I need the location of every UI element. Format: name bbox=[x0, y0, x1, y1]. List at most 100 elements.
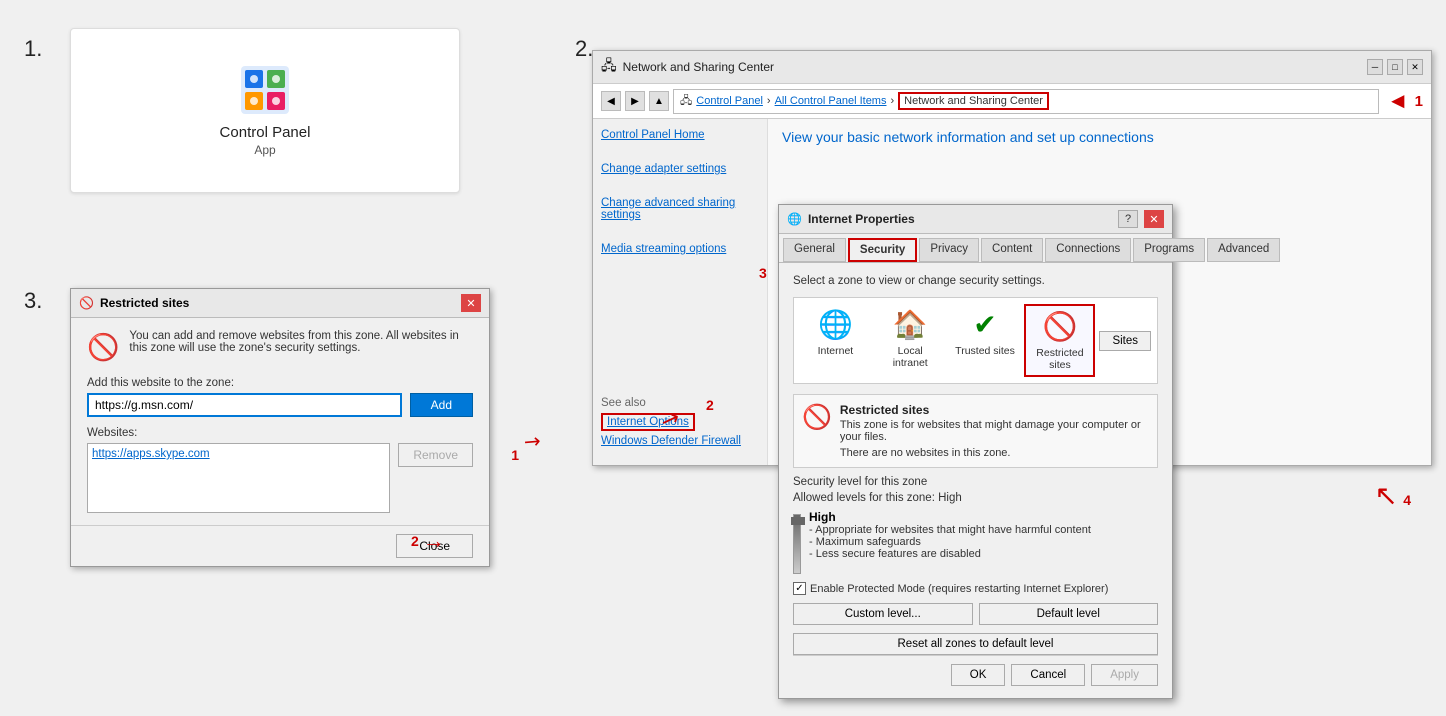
tab-security[interactable]: Security bbox=[848, 238, 917, 262]
security-level: Security level for this zone Allowed lev… bbox=[793, 476, 1158, 655]
zone-row: 🌐 Internet 🏠 Local intranet ✔ Trusted si… bbox=[793, 297, 1158, 384]
breadcrumb-cp: Control Panel bbox=[696, 95, 763, 107]
zone-internet[interactable]: 🌐 Internet bbox=[800, 304, 871, 377]
dialog-titlebar: 🌐 Internet Properties ? ✕ bbox=[779, 205, 1172, 234]
close-button[interactable]: ✕ bbox=[1407, 59, 1423, 75]
high-desc2: - Maximum safeguards bbox=[809, 536, 1158, 548]
r-body: 🚫 You can add and remove websites from t… bbox=[71, 318, 489, 525]
custom-level-button[interactable]: Custom level... bbox=[793, 603, 973, 625]
app-name: Control Panel bbox=[220, 124, 311, 141]
restricted-close-button[interactable]: ✕ bbox=[461, 294, 481, 312]
zone-info-title: Restricted sites bbox=[840, 403, 1149, 417]
windows-firewall-link[interactable]: Windows Defender Firewall bbox=[601, 435, 759, 447]
restricted-dialog: 🚫 Restricted sites ✕ 🚫 You can add and r… bbox=[70, 288, 490, 567]
dialog-icon: 🌐 bbox=[787, 212, 802, 226]
forward-button[interactable]: ▶ bbox=[625, 91, 645, 111]
r-websites-row: https://apps.skype.com Remove bbox=[87, 443, 473, 513]
tab-advanced[interactable]: Advanced bbox=[1207, 238, 1280, 262]
minimize-button[interactable]: ─ bbox=[1367, 59, 1383, 75]
high-level-box: High - Appropriate for websites that mig… bbox=[793, 510, 1158, 574]
r-info-icon: 🚫 bbox=[87, 332, 119, 363]
r-arrow-1: ↗ bbox=[518, 427, 547, 457]
address-bar: ◀ ▶ ▲ 🖧 Control Panel › All Control Pane… bbox=[593, 84, 1431, 119]
add-button[interactable]: Add bbox=[410, 393, 473, 417]
annotation4-area: ↖ 4 bbox=[1374, 479, 1411, 512]
high-desc1: - Appropriate for websites that might ha… bbox=[809, 524, 1158, 536]
r-annotation-1: 1 bbox=[511, 447, 519, 463]
dialog-close-button[interactable]: ✕ bbox=[1144, 210, 1164, 228]
annotation-num-3: 3 bbox=[759, 265, 767, 281]
zone-instruction: Select a zone to view or change security… bbox=[793, 275, 1158, 287]
intranet-zone-icon: 🏠 bbox=[893, 308, 928, 341]
network-window-icon: 🖧 bbox=[601, 55, 617, 79]
tab-privacy[interactable]: Privacy bbox=[919, 238, 979, 262]
protected-mode-row: ✓ Enable Protected Mode (requires restar… bbox=[793, 582, 1158, 595]
inet-dialog: 🌐 Internet Properties ? ✕ General Securi… bbox=[778, 204, 1173, 699]
trusted-zone-label: Trusted sites bbox=[955, 345, 1015, 357]
intranet-zone-label: Local intranet bbox=[879, 345, 942, 369]
zone-trusted[interactable]: ✔ Trusted sites bbox=[950, 304, 1021, 377]
allowed-levels: Allowed levels for this zone: High bbox=[793, 492, 1158, 504]
apply-button[interactable]: Apply bbox=[1091, 664, 1158, 686]
maximize-button[interactable]: □ bbox=[1387, 59, 1403, 75]
section3-restricted: 🚫 Restricted sites ✕ 🚫 You can add and r… bbox=[20, 288, 530, 567]
arrow-to-breadcrumb: ◄ bbox=[1387, 88, 1409, 114]
breadcrumb-icon: 🖧 bbox=[680, 92, 692, 111]
dialog-body: 3 Select a zone to view or change securi… bbox=[779, 263, 1172, 698]
sidebar-advanced-sharing[interactable]: Change advanced sharing settings bbox=[601, 197, 759, 221]
network-content: Control Panel Home Change adapter settin… bbox=[593, 119, 1431, 465]
zone-intranet[interactable]: 🏠 Local intranet bbox=[875, 304, 946, 377]
website-input[interactable] bbox=[87, 393, 402, 417]
r-add-label: Add this website to the zone: bbox=[87, 377, 473, 389]
breadcrumb-all-items: All Control Panel Items bbox=[775, 95, 887, 107]
r-annotation-2: 2 bbox=[411, 533, 419, 549]
tab-content[interactable]: Content bbox=[981, 238, 1043, 262]
default-level-button[interactable]: Default level bbox=[979, 603, 1159, 625]
internet-zone-label: Internet bbox=[818, 345, 854, 357]
remove-button[interactable]: Remove bbox=[398, 443, 473, 467]
help-button[interactable]: ? bbox=[1118, 210, 1138, 228]
back-button[interactable]: ◀ bbox=[601, 91, 621, 111]
website-item: https://apps.skype.com bbox=[92, 448, 210, 460]
tab-programs[interactable]: Programs bbox=[1133, 238, 1205, 262]
see-also-title: See also bbox=[601, 397, 759, 409]
breadcrumb-network-sharing: Network and Sharing Center bbox=[898, 92, 1049, 110]
cancel-button[interactable]: Cancel bbox=[1011, 664, 1085, 686]
network-window: 🖧 Network and Sharing Center ─ □ ✕ ◀ ▶ ▲… bbox=[592, 50, 1432, 466]
window-controls: ─ □ ✕ bbox=[1367, 59, 1423, 75]
zone-restricted[interactable]: 🚫 Restrictedsites bbox=[1024, 304, 1095, 377]
protected-mode-checkbox[interactable]: ✓ bbox=[793, 582, 806, 595]
r-input-row: Add bbox=[87, 393, 473, 417]
zone-info: 🚫 Restricted sites This zone is for webs… bbox=[793, 394, 1158, 468]
tab-connections[interactable]: Connections bbox=[1045, 238, 1131, 262]
restricted-dialog-title: Restricted sites bbox=[100, 296, 455, 310]
network-heading: View your basic network information and … bbox=[782, 129, 1417, 145]
app-card[interactable]: Control Panel App bbox=[70, 28, 460, 193]
trusted-zone-icon: ✔ bbox=[973, 308, 996, 341]
reset-zones-button[interactable]: Reset all zones to default level bbox=[793, 633, 1158, 655]
sites-button[interactable]: Sites bbox=[1099, 331, 1151, 351]
window-titlebar: 🖧 Network and Sharing Center ─ □ ✕ bbox=[593, 51, 1431, 84]
sidebar-cp-home[interactable]: Control Panel Home bbox=[601, 129, 759, 141]
zone-info-icon: 🚫 bbox=[802, 403, 832, 432]
up-button[interactable]: ▲ bbox=[649, 91, 669, 111]
sidebar-adapter[interactable]: Change adapter settings bbox=[601, 163, 759, 175]
restricted-zone-label: Restrictedsites bbox=[1036, 347, 1083, 371]
level-slider[interactable] bbox=[793, 510, 801, 574]
websites-list[interactable]: https://apps.skype.com bbox=[87, 443, 390, 513]
annotation-num-2: 2 bbox=[706, 397, 714, 413]
high-desc3: - Less secure features are disabled bbox=[809, 548, 1158, 560]
see-also: See also Internet Options Windows Defend… bbox=[601, 397, 759, 447]
slider-thumb bbox=[791, 517, 805, 525]
tab-general[interactable]: General bbox=[783, 238, 846, 262]
ok-button[interactable]: OK bbox=[951, 664, 1006, 686]
r-info-text: You can add and remove websites from thi… bbox=[129, 330, 473, 363]
sites-btn-container: Sites bbox=[1099, 304, 1151, 377]
tab-bar: General Security Privacy Content Connect… bbox=[779, 234, 1172, 263]
sidebar-media[interactable]: Media streaming options bbox=[601, 243, 759, 255]
r-websites-label: Websites: bbox=[87, 427, 473, 439]
network-sidebar: Control Panel Home Change adapter settin… bbox=[593, 119, 768, 465]
r-info-row: 🚫 You can add and remove websites from t… bbox=[87, 330, 473, 363]
control-panel-icon bbox=[239, 64, 291, 116]
section2-network: 🖧 Network and Sharing Center ─ □ ✕ ◀ ▶ ▲… bbox=[570, 28, 1440, 708]
